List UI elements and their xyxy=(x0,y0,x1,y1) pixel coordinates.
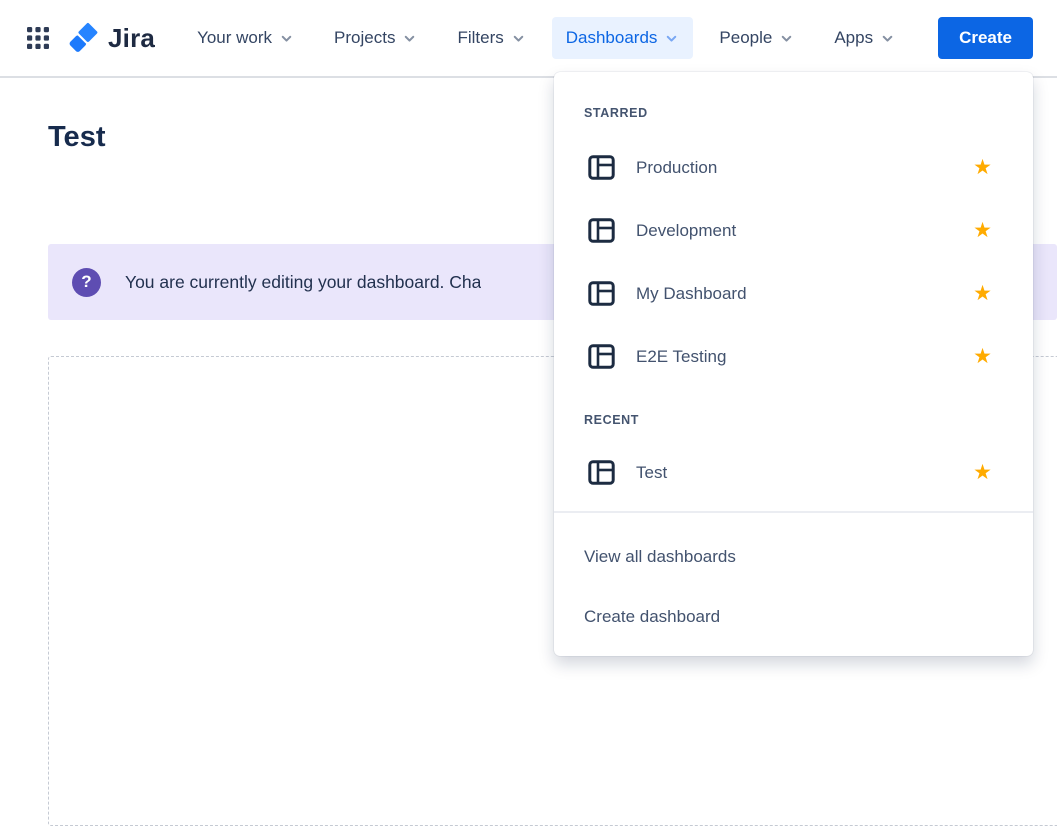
star-icon[interactable]: ★ xyxy=(973,462,992,483)
star-icon[interactable]: ★ xyxy=(973,283,992,304)
dashboard-menu-item-production[interactable]: Production ★ xyxy=(554,136,1033,199)
chevron-down-icon xyxy=(664,31,679,46)
nav-item-label: Dashboards xyxy=(566,28,658,48)
dropdown-footer: View all dashboards Create dashboard xyxy=(554,513,1033,647)
grid-icon xyxy=(24,24,52,52)
dashboard-name: E2E Testing xyxy=(636,347,973,367)
recent-dashboards-list: Test ★ xyxy=(554,441,1033,504)
dashboard-icon xyxy=(588,460,615,485)
star-icon[interactable]: ★ xyxy=(973,220,992,241)
chevron-down-icon xyxy=(511,31,526,46)
dashboard-name: Development xyxy=(636,221,973,241)
jira-logo-icon xyxy=(66,20,102,56)
dashboard-menu-item-my-dashboard[interactable]: My Dashboard ★ xyxy=(554,262,1033,325)
create-dashboard-link[interactable]: Create dashboard xyxy=(554,587,1033,647)
dashboard-icon xyxy=(588,155,615,180)
help-icon: ? xyxy=(72,268,101,297)
primary-nav: Your work Projects Filters Dashboards Pe… xyxy=(177,17,915,59)
chevron-down-icon xyxy=(779,31,794,46)
dropdown-section-heading-recent: RECENT xyxy=(554,413,1033,427)
nav-item-filters[interactable]: Filters xyxy=(443,17,539,59)
dropdown-section-heading-starred: STARRED xyxy=(554,106,1033,120)
chevron-down-icon xyxy=(880,31,895,46)
nav-item-your-work[interactable]: Your work xyxy=(183,17,308,59)
nav-item-people[interactable]: People xyxy=(705,17,808,59)
nav-item-label: Projects xyxy=(334,28,395,48)
top-navbar: Jira Your work Projects Filters Dashboar… xyxy=(0,0,1057,78)
nav-item-label: Your work xyxy=(197,28,272,48)
view-all-dashboards-link[interactable]: View all dashboards xyxy=(554,527,1033,587)
nav-item-label: People xyxy=(719,28,772,48)
dashboard-name: Test xyxy=(636,463,973,483)
create-button[interactable]: Create xyxy=(938,17,1033,59)
jira-logo-text: Jira xyxy=(108,23,155,54)
dashboard-menu-item-test[interactable]: Test ★ xyxy=(554,441,1033,504)
dashboard-name: My Dashboard xyxy=(636,284,973,304)
chevron-down-icon xyxy=(402,31,417,46)
dashboard-menu-item-e2e-testing[interactable]: E2E Testing ★ xyxy=(554,325,1033,388)
dashboard-icon xyxy=(588,218,615,243)
app-switcher-button[interactable] xyxy=(20,20,56,56)
dashboard-icon xyxy=(588,344,615,369)
chevron-down-icon xyxy=(279,31,294,46)
nav-item-label: Apps xyxy=(834,28,873,48)
starred-dashboards-list: Production ★ Development ★ My Dashboard … xyxy=(554,136,1033,388)
star-icon[interactable]: ★ xyxy=(973,157,992,178)
nav-item-label: Filters xyxy=(457,28,503,48)
nav-item-apps[interactable]: Apps xyxy=(820,17,909,59)
dashboards-dropdown-menu: STARRED Production ★ Development ★ My Da… xyxy=(554,72,1033,656)
nav-item-dashboards[interactable]: Dashboards xyxy=(552,17,694,59)
nav-item-projects[interactable]: Projects xyxy=(320,17,431,59)
star-icon[interactable]: ★ xyxy=(973,346,992,367)
dashboard-menu-item-development[interactable]: Development ★ xyxy=(554,199,1033,262)
jira-logo[interactable]: Jira xyxy=(66,20,155,56)
dashboard-icon xyxy=(588,281,615,306)
dashboard-name: Production xyxy=(636,158,973,178)
banner-message: You are currently editing your dashboard… xyxy=(125,272,481,293)
